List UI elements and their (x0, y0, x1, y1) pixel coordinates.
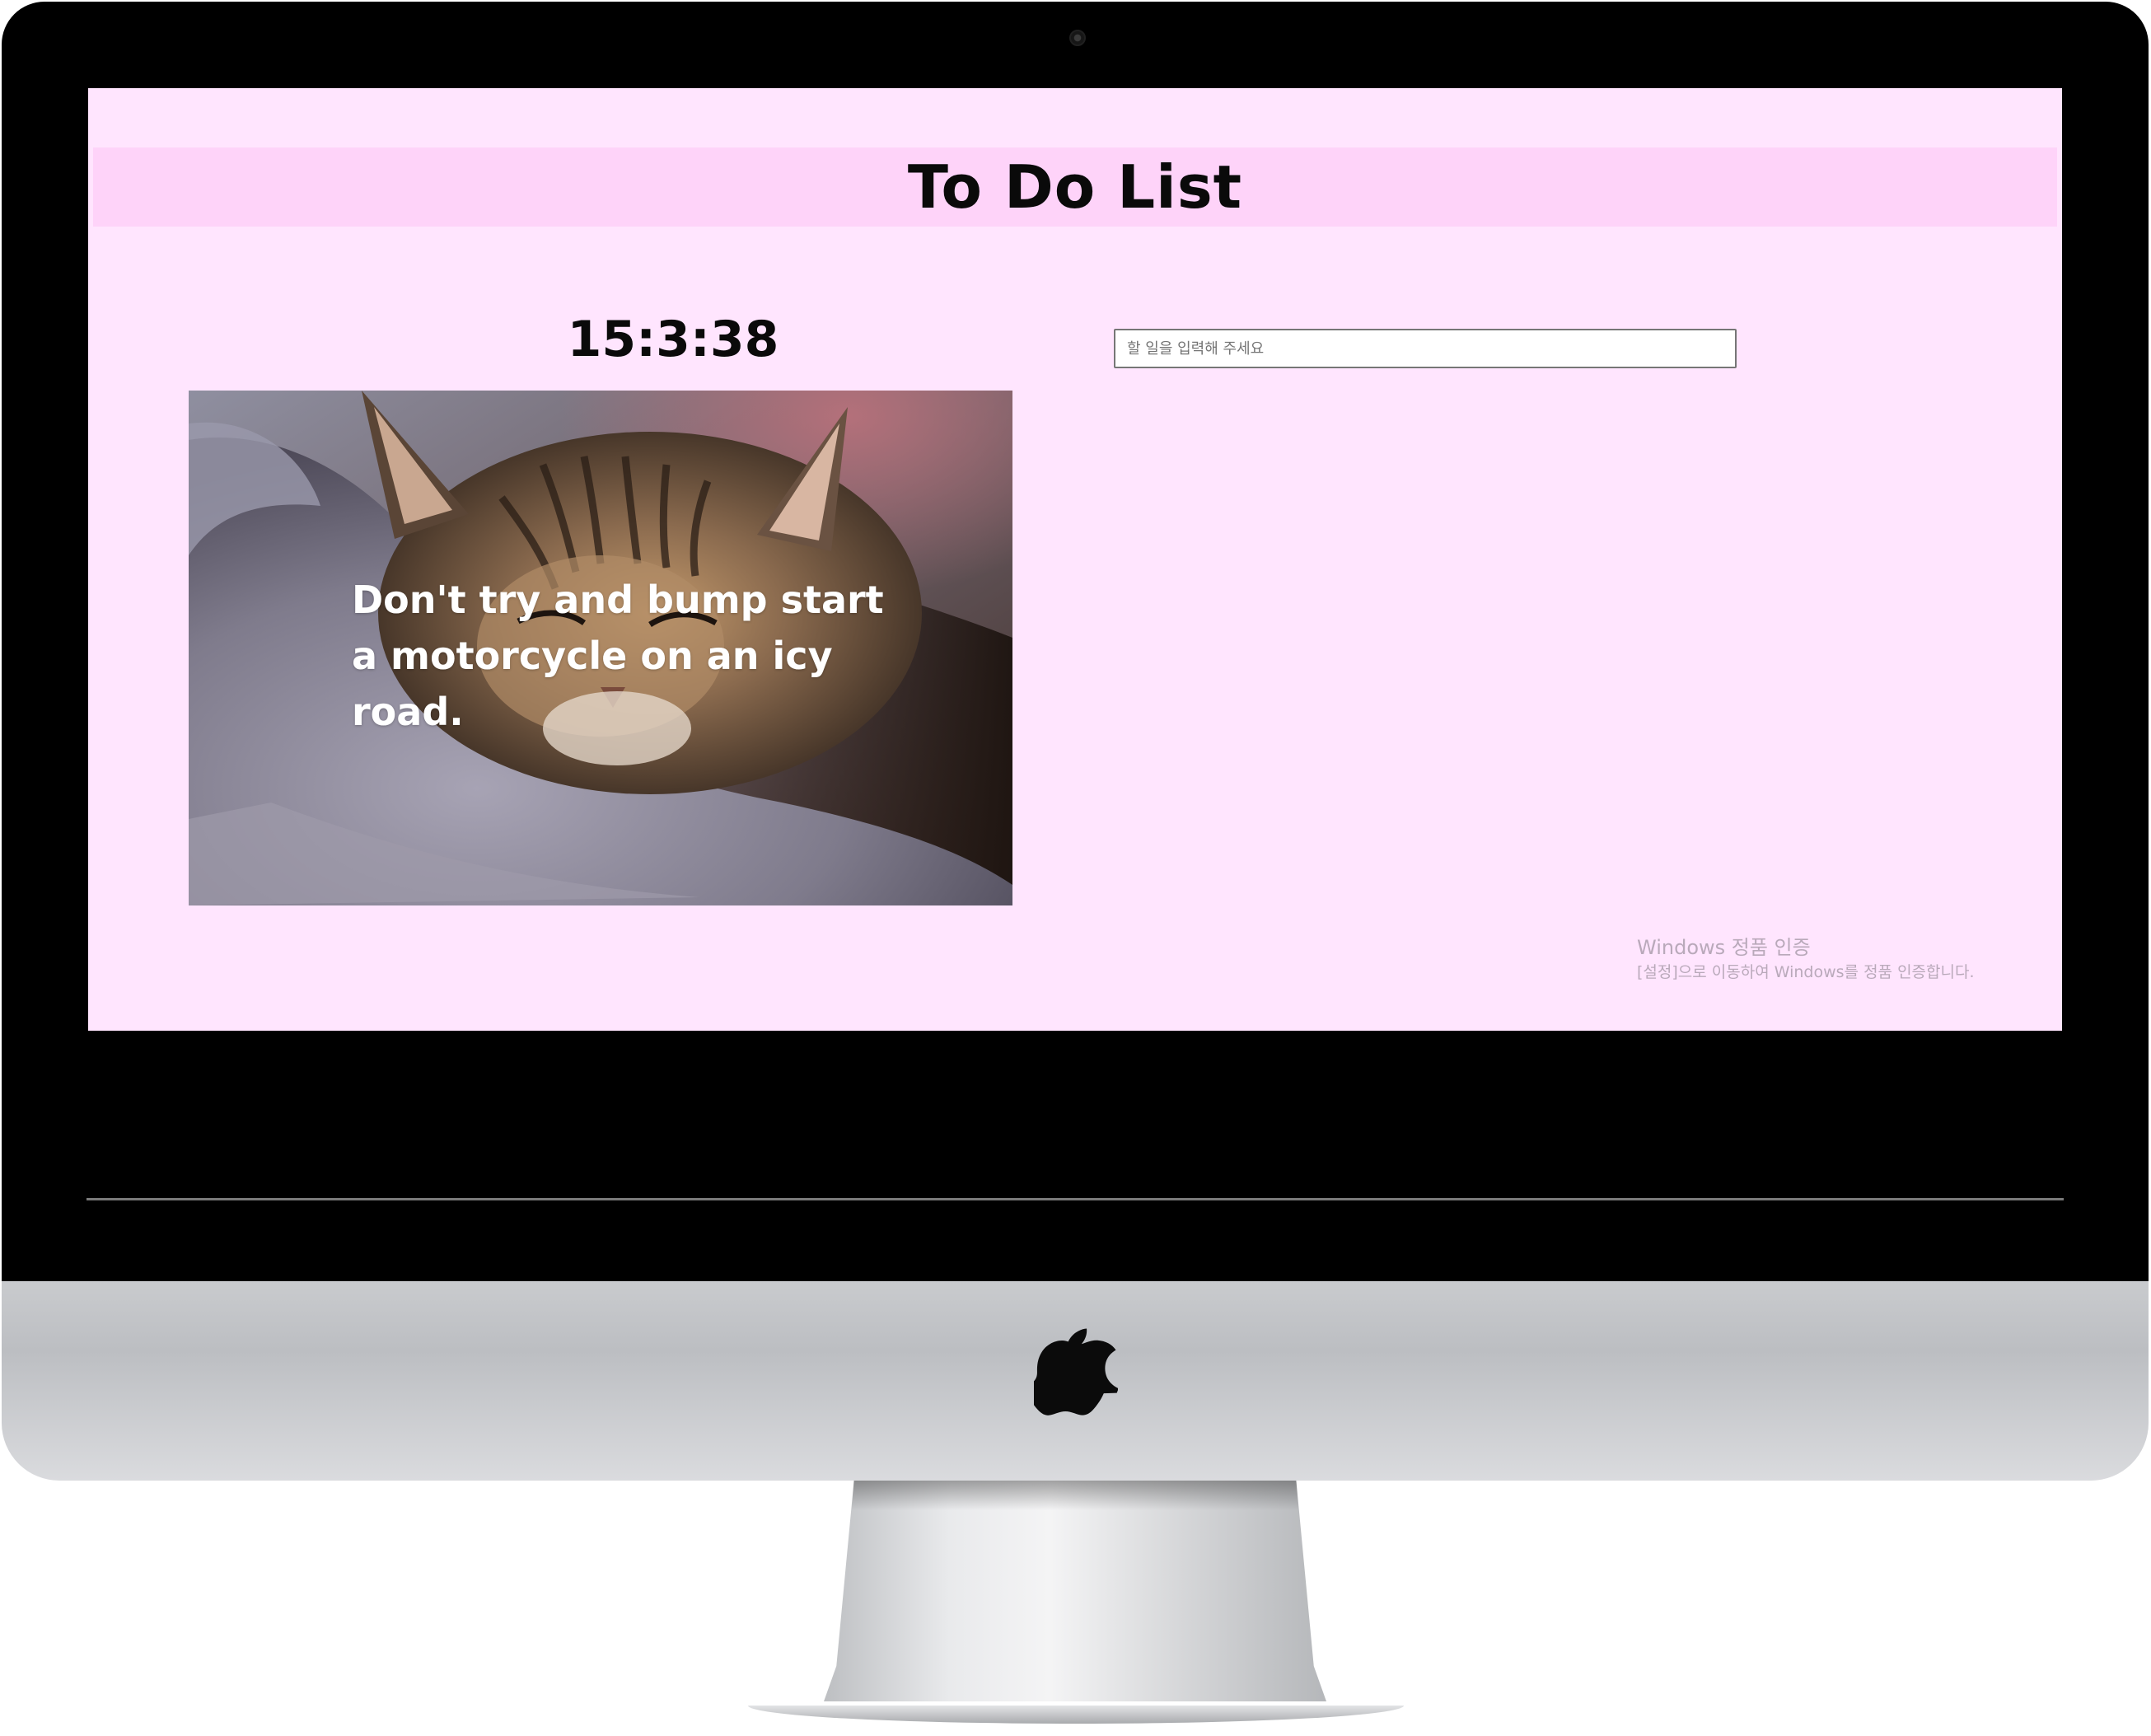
background-photo: Don't try and bump start a motorcycle on… (189, 391, 1012, 905)
windows-activation-watermark: Windows 정품 인증 [설정]으로 이동하여 Windows를 정품 인증… (1637, 934, 1975, 984)
monitor-base (748, 1706, 1404, 1724)
activation-title: Windows 정품 인증 (1637, 936, 1811, 959)
apple-logo-icon (1034, 1328, 1118, 1415)
display-screen: To Do List 15:3:38 Don't try and bump st… (88, 88, 2062, 1198)
camera-icon (1069, 30, 1086, 46)
page-title: To Do List (907, 152, 1243, 222)
monitor-stand-shadow (851, 1481, 1299, 1510)
header-bar: To Do List (93, 147, 2057, 227)
monitor-stand (824, 1481, 1326, 1701)
screen-bottom-edge (87, 1198, 2064, 1200)
motivational-quote: Don't try and bump start a motorcycle on… (352, 578, 884, 734)
activation-message: [설정]으로 이동하여 Windows를 정품 인증합니다. (1637, 963, 1975, 981)
clock-display: 15:3:38 (567, 311, 779, 368)
todo-app-page: To Do List 15:3:38 Don't try and bump st… (88, 88, 2062, 1031)
todo-input[interactable] (1114, 329, 1737, 368)
